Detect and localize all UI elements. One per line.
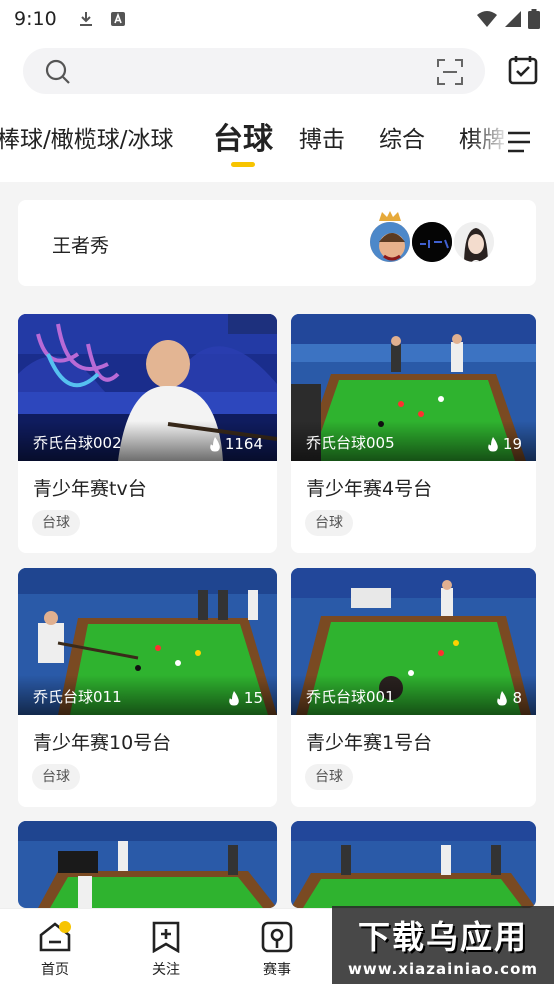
live-thumbnail: 乔氏台球002 1164 — [18, 314, 277, 461]
crown-icon — [379, 211, 401, 221]
search-icon — [45, 59, 70, 84]
streamer-name: 乔氏台球002 — [33, 434, 122, 452]
avatar[interactable] — [368, 220, 412, 264]
tab-baseball-football-hockey[interactable]: 棒球/橄榄球/冰球 — [0, 120, 174, 154]
wifi-icon — [477, 11, 497, 27]
avatar[interactable] — [452, 220, 496, 264]
text-a-icon — [110, 12, 125, 26]
viewer-count-value: 15 — [243, 689, 263, 707]
status-time: 9:10 — [14, 8, 57, 30]
scan-icon[interactable] — [437, 59, 463, 85]
nav-follow-label: 关注 — [152, 962, 180, 978]
tab-billiards[interactable]: 台球 — [213, 114, 273, 158]
viewer-count-value: 1164 — [224, 435, 263, 453]
live-thumbnail: 乔氏台球011 15 — [18, 568, 277, 715]
live-room-card[interactable]: 乔氏台球002 1164 青少年赛tv台 台球 — [18, 314, 277, 553]
king-show-card[interactable]: 王者秀 — [18, 200, 536, 286]
avatar[interactable] — [410, 220, 454, 264]
live-room-card[interactable]: 乔氏台球005 19 青少年赛4号台 台球 — [291, 314, 536, 553]
room-title: 青少年赛10号台 — [33, 732, 172, 754]
streamer-name: 乔氏台球005 — [306, 434, 395, 452]
header: 棒球/橄榄球/冰球 台球 搏击 综合 棋牌 — [0, 38, 554, 182]
category-tabs: 棒球/橄榄球/冰球 台球 搏击 综合 棋牌 — [0, 110, 554, 170]
category-tag: 台球 — [305, 764, 353, 790]
viewer-count: 15 — [228, 689, 263, 707]
menu-icon[interactable] — [506, 130, 534, 154]
events-icon — [261, 921, 293, 953]
active-tab-indicator — [231, 162, 255, 167]
live-thumbnail — [18, 821, 277, 908]
viewer-count: 19 — [487, 435, 522, 453]
live-room-card[interactable] — [291, 821, 536, 908]
flame-icon — [210, 436, 220, 451]
streamer-name: 乔氏台球001 — [306, 688, 395, 706]
download-icon — [79, 12, 92, 26]
king-show-title: 王者秀 — [52, 235, 110, 257]
live-thumbnail: 乔氏台球001 8 — [291, 568, 536, 715]
flame-icon — [497, 690, 508, 705]
calendar-check-icon[interactable] — [507, 54, 539, 86]
nav-follow[interactable]: 关注 — [136, 921, 196, 979]
tabs-fade — [470, 110, 510, 170]
nav-home-label: 首页 — [41, 962, 69, 978]
watermark-logo: 下载乌应用 www.xiazainiao.com — [332, 906, 554, 984]
live-thumbnail: 乔氏台球005 19 — [291, 314, 536, 461]
nav-events[interactable]: 赛事 — [247, 921, 307, 979]
bookmark-plus-icon — [152, 921, 180, 954]
signal-icon — [505, 11, 521, 27]
viewer-count-value: 19 — [502, 435, 522, 453]
streamer-name: 乔氏台球011 — [33, 688, 122, 706]
live-room-card[interactable]: 乔氏台球011 15 青少年赛10号台 台球 — [18, 568, 277, 807]
tab-general[interactable]: 综合 — [379, 120, 425, 154]
watermark-url: www.xiazainiao.com — [347, 960, 539, 978]
watermark-main-text: 下载乌应用 — [357, 918, 528, 956]
live-thumbnail — [291, 821, 536, 908]
live-room-card[interactable] — [18, 821, 277, 908]
nav-events-label: 赛事 — [263, 962, 291, 978]
viewer-count: 8 — [496, 689, 522, 707]
room-title: 青少年赛4号台 — [306, 478, 433, 500]
home-icon — [39, 921, 71, 952]
room-title: 青少年赛1号台 — [306, 732, 433, 754]
live-room-card[interactable]: 乔氏台球001 8 青少年赛1号台 台球 — [291, 568, 536, 807]
category-tag: 台球 — [305, 510, 353, 536]
nav-home[interactable]: 首页 — [25, 921, 85, 979]
viewer-count-value: 8 — [512, 689, 522, 707]
flame-icon — [488, 436, 498, 451]
status-bar: 9:10 — [0, 0, 554, 38]
battery-icon — [528, 9, 540, 29]
tab-combat[interactable]: 搏击 — [299, 120, 345, 154]
viewer-count: 1164 — [209, 435, 263, 453]
category-tag: 台球 — [32, 764, 80, 790]
category-tag: 台球 — [32, 510, 80, 536]
flame-icon — [229, 690, 239, 705]
room-title: 青少年赛tv台 — [33, 478, 147, 500]
search-input[interactable] — [23, 48, 485, 94]
